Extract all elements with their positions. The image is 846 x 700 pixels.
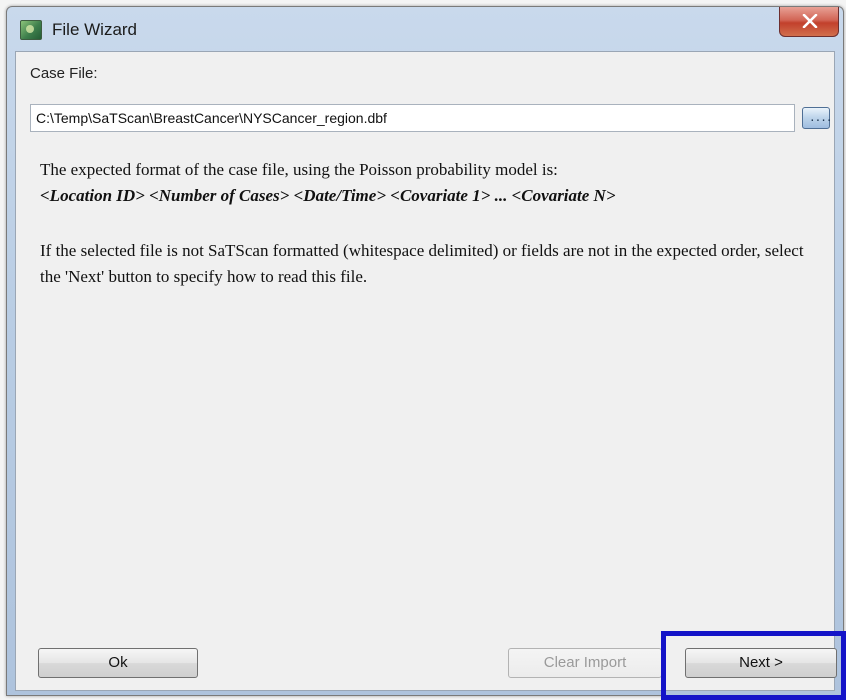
browse-button-label: ....: [809, 111, 832, 124]
case-file-path-input[interactable]: [30, 104, 795, 132]
window-title: File Wizard: [52, 20, 138, 39]
browse-button[interactable]: ....: [802, 107, 832, 129]
expected-format-text: <Location ID> <Number of Cases> <Date/Ti…: [40, 186, 616, 205]
clear-import-button[interactable]: Clear Import: [508, 648, 662, 678]
close-icon: [802, 14, 818, 28]
close-button[interactable]: [779, 7, 839, 37]
instructions-text: If the selected file is not SaTScan form…: [40, 241, 804, 286]
ok-button[interactable]: Ok: [38, 648, 198, 678]
next-button[interactable]: Next >: [685, 648, 837, 678]
case-file-label: Case File:: [30, 65, 98, 82]
wizard-body: Case File: .... The expected format of t…: [15, 51, 837, 691]
format-intro-text: The expected format of the case file, us…: [40, 160, 558, 179]
satscan-app-icon: [20, 20, 42, 40]
title-bar[interactable]: File Wizard: [7, 7, 843, 51]
file-wizard-window: File Wizard Case File: .... The expected…: [6, 6, 844, 696]
